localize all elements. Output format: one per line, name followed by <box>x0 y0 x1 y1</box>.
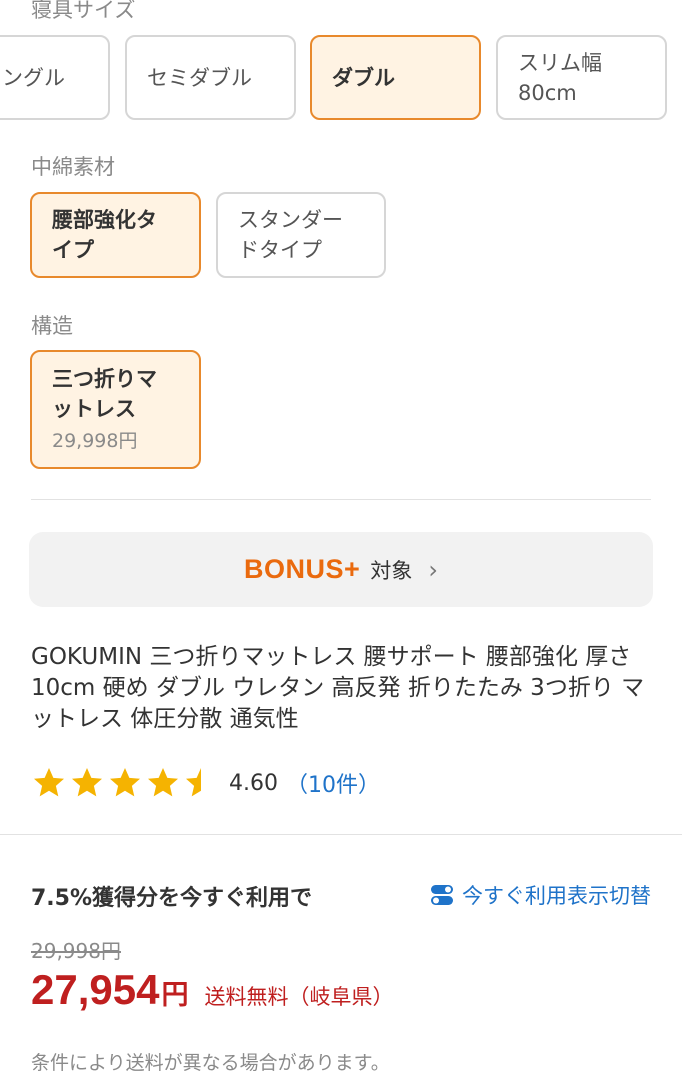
product-title: GOKUMIN 三つ折りマットレス 腰サポート 腰部強化 厚さ10cm 硬め ダ… <box>31 644 645 732</box>
shipping-info: 送料無料（岐阜県） <box>204 985 394 1009</box>
bonus-target-label: 対象 <box>370 558 413 583</box>
size-option-label-line1: スリム幅 <box>518 50 602 75</box>
structure-option-label-line2: ットレス <box>52 396 136 421</box>
structure-section-label: 構造 <box>31 314 73 338</box>
size-option-single[interactable]: ングル <box>0 35 110 120</box>
star-full-icon <box>148 768 178 797</box>
filling-option-standard[interactable]: スタンダー ドタイプ <box>216 192 386 278</box>
size-option-slim-80cm[interactable]: スリム幅 80cm <box>496 35 667 120</box>
points-usage-label: 7.5%獲得分を今すぐ利用で <box>31 886 313 911</box>
size-option-label: ダブル <box>332 65 395 90</box>
price-row: 27,954 円 送料無料（岐阜県） <box>31 966 393 1014</box>
filling-option-label-line2: イプ <box>52 238 94 262</box>
chevron-right-icon: › <box>428 555 438 584</box>
structure-option-trifold[interactable]: 三つ折りマ ットレス 29,998円 <box>30 350 201 469</box>
rating-summary[interactable]: 4.60 （10件） <box>31 765 380 801</box>
original-price: 29,998円 <box>31 939 121 963</box>
rating-stars <box>31 765 219 801</box>
rating-value: 4.60 <box>229 770 278 796</box>
points-display-toggle-label: 今すぐ利用表示切替 <box>462 884 651 908</box>
star-full-icon <box>72 768 102 797</box>
filling-option-label-line1: スタンダー <box>238 208 343 232</box>
star-full-icon <box>34 768 64 797</box>
bonus-plus-banner[interactable]: BONUS+ 対象 › <box>29 532 653 607</box>
divider <box>31 499 651 500</box>
filling-option-label-line1: 腰部強化タ <box>52 208 157 232</box>
review-count-link[interactable]: （10件） <box>286 767 380 799</box>
points-display-toggle[interactable]: 今すぐ利用表示切替 <box>430 880 651 910</box>
sale-price: 27,954 <box>31 966 160 1013</box>
structure-option-label-line1: 三つ折りマ <box>52 366 157 391</box>
size-option-double[interactable]: ダブル <box>310 35 481 120</box>
bonus-plus-logo: BONUS+ <box>244 554 361 584</box>
star-half-icon <box>186 768 216 797</box>
star-full-icon <box>110 768 140 797</box>
size-option-label: セミダブル <box>147 65 252 90</box>
currency-label: 円 <box>161 980 189 1011</box>
size-section-label: 寝具サイズ <box>31 0 136 22</box>
filling-option-lumbar-reinforced[interactable]: 腰部強化タ イプ <box>30 192 201 278</box>
structure-option-price: 29,998円 <box>52 429 138 452</box>
filling-option-label-line2: ドタイプ <box>238 238 322 262</box>
divider <box>0 834 682 835</box>
size-option-label: ングル <box>2 65 65 90</box>
size-option-semi-double[interactable]: セミダブル <box>125 35 296 120</box>
size-option-label-line2: 80cm <box>518 80 577 105</box>
toggle-switch-icon <box>431 885 453 905</box>
filling-section-label: 中綿素材 <box>31 155 115 179</box>
shipping-note: 条件により送料が異なる場合があります。 <box>31 1052 390 1074</box>
